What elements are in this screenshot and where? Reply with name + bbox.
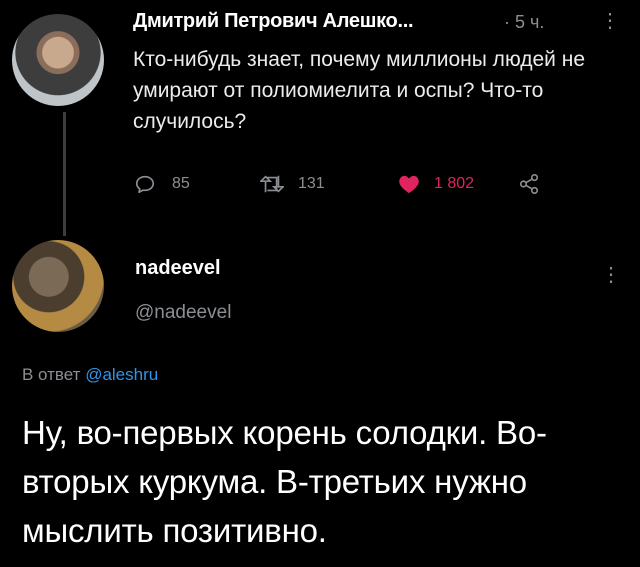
reply-context: В ответ @aleshru	[22, 365, 158, 385]
like-button[interactable]: 1 802	[398, 170, 474, 198]
tweet-time[interactable]: · 5 ч.	[504, 12, 544, 33]
more-icon[interactable]: ⋮	[600, 8, 620, 33]
like-icon	[398, 174, 420, 194]
retweet-count: 131	[298, 175, 325, 192]
author-avatar[interactable]	[12, 14, 104, 106]
reply-author-avatar[interactable]	[12, 240, 104, 332]
reply-prefix: В ответ	[22, 365, 81, 384]
reply-to-link[interactable]: @aleshru	[85, 365, 158, 384]
tweet-text: Кто-нибудь знает, почему миллионы людей …	[133, 48, 586, 133]
reply-count: 85	[172, 175, 190, 192]
reply-button[interactable]: 85	[134, 170, 190, 198]
share-icon	[518, 173, 540, 195]
reply-author-handle[interactable]: @nadeevel	[135, 302, 231, 324]
retweet-icon	[260, 173, 284, 195]
like-count: 1 802	[434, 175, 475, 192]
reply-text: Ну, во-первых корень солодки. Во-вторых …	[22, 414, 547, 549]
thread-line	[63, 112, 66, 236]
reply-icon	[134, 173, 156, 195]
retweet-button[interactable]: 131	[260, 170, 325, 198]
reply-author-name[interactable]: nadeevel	[135, 257, 221, 280]
share-button[interactable]	[518, 170, 540, 198]
author-name[interactable]: Дмитрий Петрович Алешко...	[133, 10, 414, 33]
reply-more-icon[interactable]: ⋮	[601, 262, 621, 287]
